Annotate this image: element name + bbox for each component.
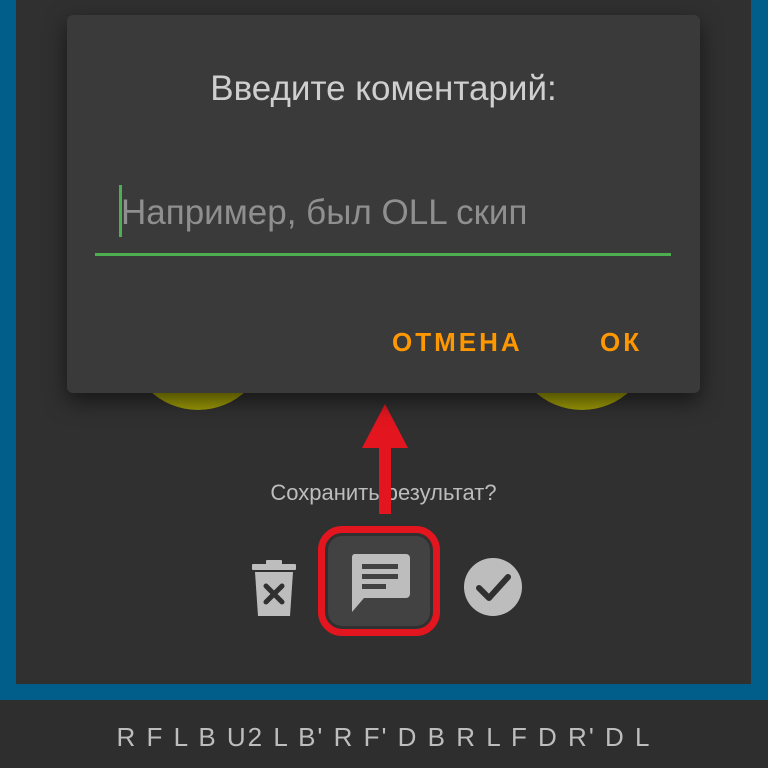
confirm-button[interactable] [464, 558, 522, 621]
scramble-text: R F L B U2 L B' R F' D B R L F D R' D L [116, 722, 652, 752]
action-row [16, 520, 751, 650]
ok-button[interactable]: ОК [600, 327, 642, 358]
delete-button[interactable] [252, 560, 296, 616]
add-comment-button[interactable] [328, 536, 430, 626]
comment-icon [351, 554, 410, 612]
scramble-bar: R F L B U2 L B' R F' D B R L F D R' D L [0, 700, 768, 768]
dialog-title: Введите коментарий: [210, 69, 557, 108]
trash-icon [252, 560, 296, 616]
arrow-up-annotation [362, 404, 408, 514]
cancel-button[interactable]: ОТМЕНА [392, 327, 523, 358]
comment-input-placeholder: Например, был OLL скип [121, 193, 528, 232]
check-circle-icon [464, 558, 522, 616]
comment-dialog: Введите коментарий: Например, был OLL ск… [67, 15, 700, 393]
comment-input[interactable]: Например, был OLL скип [95, 183, 671, 256]
